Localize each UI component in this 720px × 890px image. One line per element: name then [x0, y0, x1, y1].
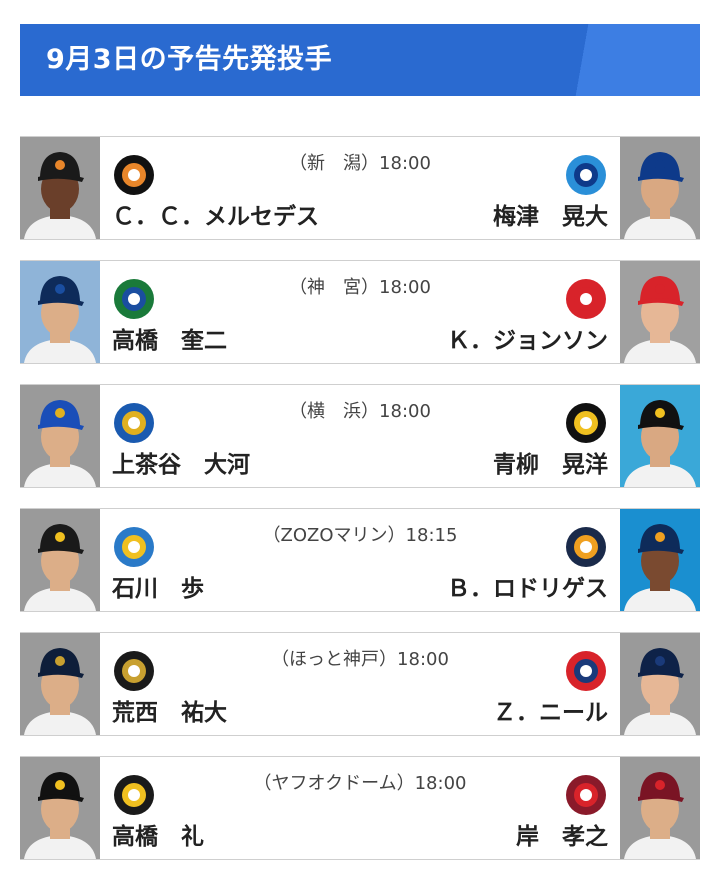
game-venue-time: （神 宮）18:00 [289, 277, 431, 298]
game-card[interactable]: （ほっと神戸）18:00 荒西 祐大 Ｚ．ニール [20, 632, 700, 736]
game-venue-time: （ヤフオクドーム）18:00 [253, 773, 467, 794]
tigers-logo [562, 399, 610, 447]
fighters-logo [562, 523, 610, 571]
home-pitcher-photo[interactable] [20, 633, 100, 735]
game-card[interactable]: （ヤフオクドーム）18:00 高橋 礼 岸 孝之 [20, 756, 700, 860]
game-venue-time: （ほっと神戸）18:00 [271, 649, 449, 670]
home-pitcher-name[interactable]: 高橋 礼 [112, 817, 204, 851]
home-pitcher-photo[interactable] [20, 757, 100, 859]
game-card[interactable]: （神 宮）18:00 高橋 奎二 Ｋ．ジョンソン [20, 260, 700, 364]
away-pitcher-photo[interactable] [620, 633, 700, 735]
game-card[interactable]: （横 浜）18:00 上茶谷 大河 青柳 晃洋 [20, 384, 700, 488]
away-pitcher-name[interactable]: 岸 孝之 [516, 817, 608, 851]
dragons-logo [562, 151, 610, 199]
away-pitcher-name[interactable]: 梅津 晃大 [493, 197, 608, 231]
game-venue-time: （横 浜）18:00 [289, 401, 431, 422]
carp-logo [562, 275, 610, 323]
away-pitcher-name[interactable]: Ｚ．ニール [493, 693, 608, 727]
game-card[interactable]: （ZOZOマリン）18:15 石川 歩 Ｂ．ロドリゲス [20, 508, 700, 612]
home-pitcher-name[interactable]: 荒西 祐大 [112, 693, 227, 727]
home-pitcher-photo[interactable] [20, 509, 100, 611]
away-pitcher-photo[interactable] [620, 757, 700, 859]
away-pitcher-name[interactable]: 青柳 晃洋 [493, 445, 608, 479]
away-pitcher-photo[interactable] [620, 261, 700, 363]
home-pitcher-photo[interactable] [20, 137, 100, 239]
home-pitcher-photo[interactable] [20, 385, 100, 487]
away-pitcher-name[interactable]: Ｋ．ジョンソン [447, 321, 608, 355]
game-venue-time: （新 潟）18:00 [289, 153, 431, 174]
home-pitcher-name[interactable]: Ｃ．Ｃ．メルセデス [112, 197, 319, 231]
lions-logo [562, 647, 610, 695]
home-pitcher-name[interactable]: 高橋 奎二 [112, 321, 227, 355]
home-pitcher-photo[interactable] [20, 261, 100, 363]
page-title: 9月3日の予告先発投手 [46, 44, 333, 75]
page-header: 9月3日の予告先発投手 [20, 24, 700, 96]
home-pitcher-name[interactable]: 石川 歩 [112, 569, 204, 603]
away-pitcher-photo[interactable] [620, 137, 700, 239]
home-pitcher-name[interactable]: 上茶谷 大河 [112, 445, 250, 479]
game-venue-time: （ZOZOマリン）18:15 [262, 525, 458, 546]
away-pitcher-name[interactable]: Ｂ．ロドリゲス [447, 569, 608, 603]
away-pitcher-photo[interactable] [620, 385, 700, 487]
header-stripe [540, 24, 700, 96]
game-card[interactable]: （新 潟）18:00 Ｃ．Ｃ．メルセデス 梅津 晃大 [20, 136, 700, 240]
away-pitcher-photo[interactable] [620, 509, 700, 611]
eagles-logo [562, 771, 610, 819]
games-list: （新 潟）18:00 Ｃ．Ｃ．メルセデス 梅津 晃大 （神 宮）18:00 高橋 奎二… [20, 136, 700, 880]
